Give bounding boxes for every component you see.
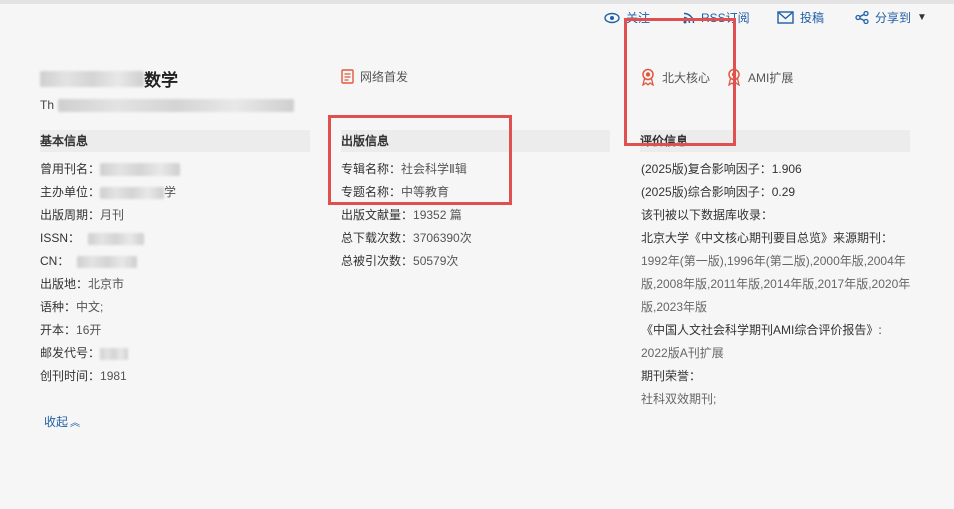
online-first-label: 网络首发 xyxy=(360,70,409,84)
eval-line: 期刊荣誉： xyxy=(641,369,702,383)
follow-label: 关注 xyxy=(626,11,651,25)
follow-button[interactable]: 关注 xyxy=(604,9,650,26)
pku-core-label: 北大核心 xyxy=(662,70,711,85)
pku-core-tag: 北大核心 xyxy=(640,68,710,86)
award-badge-icon xyxy=(728,68,740,86)
ami-ext-label: AMI扩展 xyxy=(748,70,794,85)
share-icon xyxy=(855,11,869,24)
info-row-sponsor: 主办单位： 学 xyxy=(40,185,177,199)
info-row-place: 出版地： 北京市 xyxy=(40,277,125,291)
eval-line: 版,2008年版,2011年版,2014年版,2017年版,2020年 xyxy=(641,277,911,291)
info-row-founded: 创刊时间： 1981 xyxy=(40,369,127,383)
online-first-tag: 网络首发 xyxy=(341,68,408,85)
share-label: 分享到 xyxy=(875,11,912,25)
rss-icon xyxy=(683,12,695,23)
evaluation-info-heading: 评价信息 xyxy=(640,130,910,152)
award-badge-icon xyxy=(642,68,654,86)
eval-line: (2025版)综合影响因子：0.29 xyxy=(641,185,796,199)
redacted-value xyxy=(100,186,165,199)
eval-line: 社科双效期刊; xyxy=(641,392,717,406)
eval-line: 1992年(第一版),1996年(第二版),2000年版,2004年 xyxy=(641,254,906,268)
rss-button[interactable]: RSS订阅 xyxy=(683,9,750,26)
collapse-label: 收起 xyxy=(44,415,69,429)
eval-line: 《中国人文社会科学期刊AMI综合评价报告》: xyxy=(641,323,882,337)
info-row-citations: 总被引次数： 50579次 xyxy=(341,254,459,268)
info-row-album: 专辑名称： 社会科学Ⅱ辑 xyxy=(341,162,467,176)
submit-label: 投稿 xyxy=(800,11,825,25)
evaluation-info-list: (2025版)复合影响因子：1.906 (2025版)综合影响因子：0.29 该… xyxy=(641,158,921,411)
info-row-article-count: 出版文献量： 19352 篇 xyxy=(341,208,462,222)
info-row-downloads: 总下载次数： 3706390次 xyxy=(341,231,472,245)
info-row-topic: 专题名称： 中等教育 xyxy=(341,185,450,199)
redacted-subtitle xyxy=(58,98,295,112)
mail-icon xyxy=(777,11,794,24)
info-row-issn: ISSN： xyxy=(40,227,180,250)
journal-subtitle-text: Th xyxy=(40,98,55,112)
eval-line: (2025版)复合影响因子：1.906 xyxy=(641,162,802,176)
double-chevron-up-icon: ︽ xyxy=(70,418,81,429)
redacted-value xyxy=(88,232,145,245)
basic-info-list: 曾用刊名： 主办单位： 学 出版周期： 月刊 ISSN： CN： 出版地： 北京… xyxy=(40,158,181,388)
info-row-frequency: 出版周期： 月刊 xyxy=(40,208,125,222)
submit-button[interactable]: 投稿 xyxy=(777,9,824,26)
eval-line: 2022版A刊扩展 xyxy=(641,346,724,360)
info-row-former-name: 曾用刊名： xyxy=(40,158,181,181)
info-row-cn: CN： xyxy=(40,250,180,273)
collapse-link[interactable]: 收起 ︽ xyxy=(44,413,80,430)
redacted-value xyxy=(77,255,138,268)
eye-icon xyxy=(604,12,620,23)
redacted-value xyxy=(100,163,181,176)
caret-down-icon: ▼ xyxy=(917,12,927,23)
redacted-title xyxy=(40,70,144,87)
eval-line: 该刊被以下数据库收录： xyxy=(641,208,774,222)
rss-label: RSS订阅 xyxy=(701,11,750,25)
top-toolbar: 关注 RSS订阅 投稿 分享到 ▼ xyxy=(0,9,954,29)
info-row-format: 开本： 16开 xyxy=(40,323,102,337)
share-button[interactable]: 分享到 ▼ xyxy=(855,9,927,26)
eval-line: 版,2023年版 xyxy=(641,300,708,314)
journal-title: 数学 xyxy=(40,66,178,91)
basic-info-heading: 基本信息 xyxy=(40,130,310,152)
journal-title-text: 数学 xyxy=(144,71,178,90)
eval-line: 北京大学《中文核心期刊要目总览》来源期刊： xyxy=(641,231,894,245)
document-icon xyxy=(341,69,354,84)
journal-subtitle: Th xyxy=(40,98,295,112)
top-divider xyxy=(0,0,954,4)
info-row-language: 语种： 中文; xyxy=(40,300,104,314)
redacted-value xyxy=(100,347,129,360)
publication-info-list: 专辑名称： 社会科学Ⅱ辑 专题名称： 中等教育 出版文献量： 19352 篇 总… xyxy=(341,158,472,273)
ami-ext-tag: AMI扩展 xyxy=(726,68,793,86)
info-row-postal-code: 邮发代号： xyxy=(40,342,180,365)
publication-info-heading: 出版信息 xyxy=(341,130,610,152)
